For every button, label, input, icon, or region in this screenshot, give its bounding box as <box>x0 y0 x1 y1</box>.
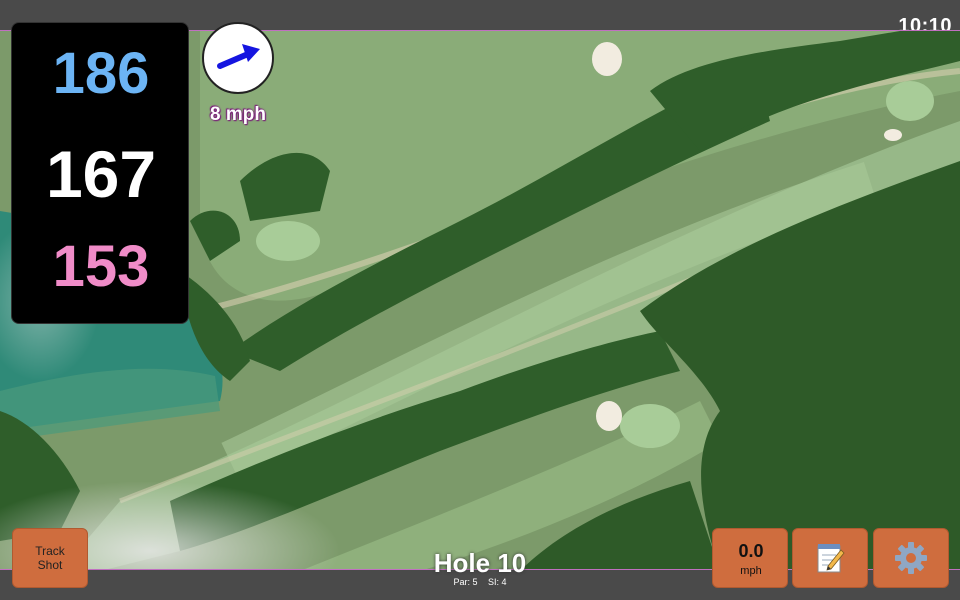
settings-button[interactable] <box>873 528 949 588</box>
gear-icon <box>895 542 927 574</box>
track-shot-label-line2: Shot <box>37 558 63 572</box>
speed-unit: mph <box>740 565 762 577</box>
arrow-icon <box>217 44 260 69</box>
hole-par: Par: 5 <box>453 577 478 587</box>
track-shot-button[interactable]: Track Shot <box>12 528 88 588</box>
notes-button[interactable] <box>792 528 868 588</box>
hole-meta: Par: 5 SI: 4 <box>380 577 580 587</box>
distance-back: 186 <box>52 41 150 106</box>
hole-si: SI: 4 <box>488 577 507 587</box>
distance-panel: 186 167 153 <box>11 22 189 324</box>
wind-speed: 8 mph <box>210 104 266 125</box>
track-shot-label-line1: Track <box>35 543 65 558</box>
wind-indicator <box>202 22 274 94</box>
speed-button[interactable]: 0.0 mph <box>712 528 788 588</box>
hole-title: Hole 10 <box>433 548 527 578</box>
distance-front: 153 <box>52 234 150 299</box>
distance-middle: 167 <box>45 137 157 211</box>
speed-value: 0.0 <box>738 541 764 561</box>
notepad-icon <box>817 544 845 573</box>
